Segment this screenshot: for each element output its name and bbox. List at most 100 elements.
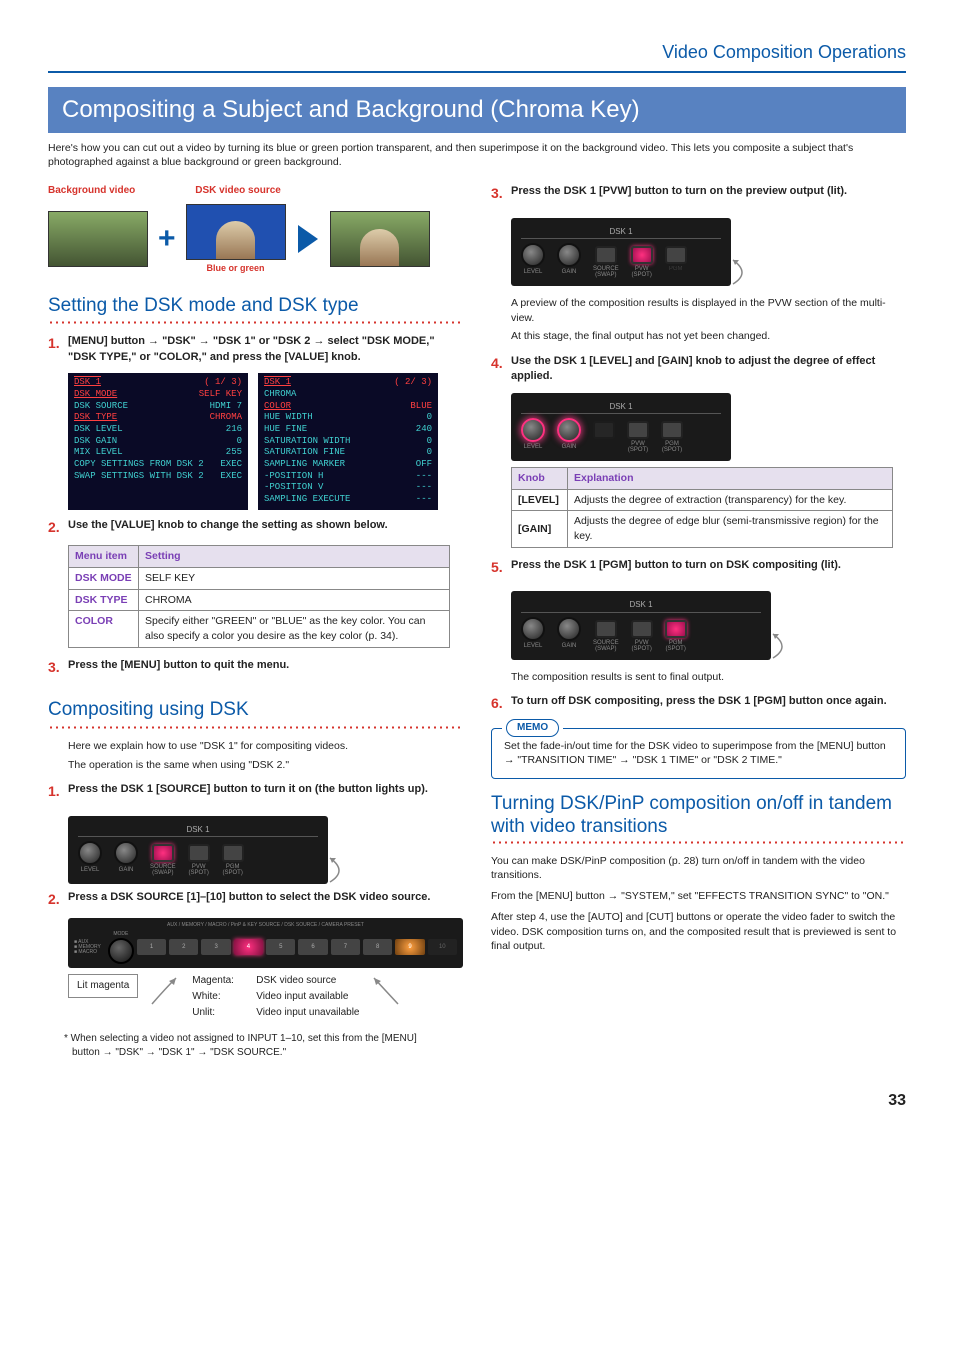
step3-note1: A preview of the composition results is …: [511, 296, 906, 325]
memo-body: Set the fade-in/out time for the DSK vid…: [504, 739, 893, 768]
memo-tag: MEMO: [506, 719, 559, 737]
src-btn-5[interactable]: 5: [266, 939, 295, 955]
level-knob[interactable]: [521, 617, 545, 641]
pvw-button[interactable]: [627, 421, 649, 439]
section-b-intro2: The operation is the same when using "DS…: [68, 758, 463, 773]
blue-green-label: Blue or green: [186, 262, 286, 275]
step5-note: The composition results is sent to final…: [511, 670, 906, 685]
legend-item: Magenta:DSK video source: [192, 974, 359, 988]
step3-note2: At this stage, the final output has not …: [511, 329, 906, 344]
callout-arrow-icon: [731, 258, 771, 288]
src-btn-2[interactable]: 2: [169, 939, 198, 955]
pgm-button[interactable]: [665, 246, 687, 264]
section-d-p2: From the [MENU] button → "SYSTEM," set "…: [491, 889, 906, 904]
table-row: DSK MODESELF KEY: [69, 567, 450, 589]
pgm-button[interactable]: [661, 421, 683, 439]
section-d-title: Turning DSK/PinP composition on/off in t…: [491, 793, 906, 839]
src-btn-9[interactable]: 9: [395, 939, 424, 955]
step-c3: Press the DSK 1 [PVW] button to turn on …: [511, 184, 906, 204]
menu-screenshots: DSK 1( 1/ 3) DSK MODESELF KEYDSK SOURCEH…: [68, 373, 463, 510]
src-btn-6[interactable]: 6: [298, 939, 327, 955]
table-row: COLORSpecify either "GREEN" or "BLUE" as…: [69, 611, 450, 647]
step-number: 2.: [48, 518, 68, 538]
pgm-button[interactable]: [665, 620, 687, 638]
result-thumb: [330, 211, 430, 267]
footnote: * When selecting a video not assigned to…: [64, 1032, 443, 1060]
dsk-video-label: DSK video source: [195, 184, 281, 198]
source-button[interactable]: [595, 246, 617, 264]
step-a3: Press the [MENU] button to quit the menu…: [68, 658, 463, 678]
knob-table: KnobExplanation [LEVEL]Adjusts the degre…: [511, 467, 893, 548]
step-c5: Press the DSK 1 [PGM] button to turn on …: [511, 558, 906, 578]
pvw-button[interactable]: [631, 620, 653, 638]
section-d-p3: After step 4, use the [AUTO] and [CUT] b…: [491, 910, 906, 954]
step-c4: Use the DSK 1 [LEVEL] and [GAIN] knob to…: [511, 354, 906, 385]
source-button[interactable]: [593, 421, 615, 439]
callout-arrow-icon: [328, 856, 368, 886]
arrow-right-icon: [298, 225, 318, 253]
step-number: 1.: [48, 334, 68, 365]
step-number: 5.: [491, 558, 511, 578]
src-btn-1[interactable]: 1: [137, 939, 166, 955]
dsk-panel-source: DSK 1 LEVEL GAIN SOURCE(SWAP) PVW(SPOT) …: [68, 816, 328, 884]
composite-diagram: Background video DSK video source + Blue…: [48, 184, 463, 275]
settings-table: Menu itemSetting DSK MODESELF KEY DSK TY…: [68, 545, 450, 647]
step-a1: [MENU] button → "DSK" → "DSK 1" or "DSK …: [68, 334, 463, 365]
step-a2: Use the [VALUE] knob to change the setti…: [68, 518, 463, 538]
gain-knob[interactable]: [557, 418, 581, 442]
section-b-title: Compositing using DSK: [48, 697, 463, 724]
callout-arrow-icon: [150, 974, 180, 1014]
divider: [48, 726, 463, 729]
table-row: DSK TYPECHROMA: [69, 589, 450, 611]
level-knob[interactable]: [521, 243, 545, 267]
page-number: 33: [48, 1090, 906, 1112]
table-row: [LEVEL]Adjusts the degree of extraction …: [512, 489, 893, 511]
section-a-title: Setting the DSK mode and DSK type: [48, 293, 463, 320]
memo-box: MEMO Set the fade-in/out time for the DS…: [491, 728, 906, 779]
lit-magenta-label: Lit magenta: [68, 974, 138, 998]
legend-row: Lit magenta Magenta:DSK video source Whi…: [68, 974, 443, 1022]
gain-knob[interactable]: [557, 617, 581, 641]
gain-knob[interactable]: [114, 841, 138, 865]
step-number: 2.: [48, 890, 68, 910]
callout-arrow-icon: [771, 632, 811, 662]
legend-item: White:Video input available: [192, 990, 359, 1004]
table-row: [GAIN]Adjusts the degree of edge blur (s…: [512, 511, 893, 547]
dsk-panel-pvw: DSK 1 LEVEL GAIN SOURCE(SWAP) PVW(SPOT) …: [511, 218, 731, 286]
level-knob[interactable]: [521, 418, 545, 442]
src-btn-4[interactable]: 4: [234, 939, 263, 955]
section-b-intro1: Here we explain how to use "DSK 1" for c…: [68, 739, 463, 754]
step-c6: To turn off DSK compositing, press the D…: [511, 694, 906, 714]
bg-video-label: Background video: [48, 184, 135, 198]
source-button[interactable]: [152, 844, 174, 862]
section-d-p1: You can make DSK/PinP composition (p. 28…: [491, 854, 906, 883]
src-btn-8[interactable]: 8: [363, 939, 392, 955]
plus-icon: +: [154, 218, 180, 260]
divider: [491, 841, 906, 844]
pvw-button[interactable]: [631, 246, 653, 264]
src-btn-7[interactable]: 7: [331, 939, 360, 955]
dsk-panel-pgm: DSK 1 LEVEL GAIN SOURCE(SWAP) PVW(SPOT) …: [511, 591, 771, 659]
pgm-button[interactable]: [222, 844, 244, 862]
step-number: 4.: [491, 354, 511, 385]
step-b1: Press the DSK 1 [SOURCE] button to turn …: [68, 782, 463, 802]
menu-screen-2: DSK 1( 2/ 3) CHROMA COLORBLUE HUE WIDTH0…: [258, 373, 438, 510]
src-btn-3[interactable]: 3: [201, 939, 230, 955]
page-title: Compositing a Subject and Background (Ch…: [48, 87, 906, 133]
mode-knob[interactable]: [108, 938, 134, 964]
step-number: 6.: [491, 694, 511, 714]
divider: [48, 321, 463, 324]
dsk-thumb: [186, 204, 286, 260]
menu-screen-1: DSK 1( 1/ 3) DSK MODESELF KEYDSK SOURCEH…: [68, 373, 248, 510]
src-btn-10[interactable]: 10: [428, 939, 457, 955]
source-button-row: AUX / MEMORY / MACRO / PinP & KEY SOURCE…: [68, 918, 463, 968]
step-number: 3.: [48, 658, 68, 678]
source-button[interactable]: [595, 620, 617, 638]
pvw-button[interactable]: [188, 844, 210, 862]
bg-thumb: [48, 211, 148, 267]
step-b2: Press a DSK SOURCE [1]–[10] button to se…: [68, 890, 463, 910]
gain-knob[interactable]: [557, 243, 581, 267]
step-number: 1.: [48, 782, 68, 802]
breadcrumb: Video Composition Operations: [48, 40, 906, 73]
level-knob[interactable]: [78, 841, 102, 865]
